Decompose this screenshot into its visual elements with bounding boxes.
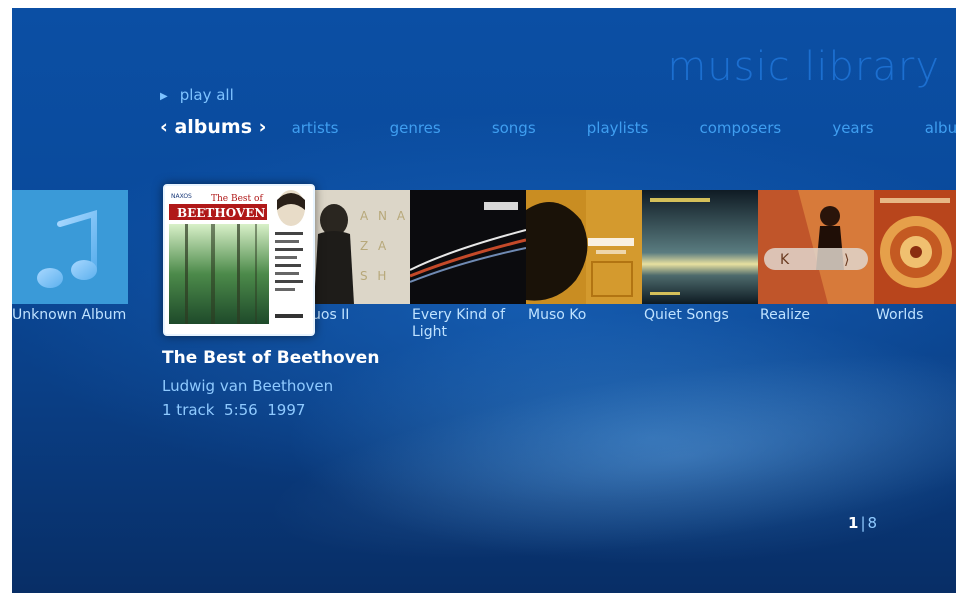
page-current: 1: [848, 514, 859, 532]
tab-album-artists[interactable]: albu: [925, 119, 956, 137]
tab-composers[interactable]: composers: [699, 119, 781, 137]
album-caption: Realize: [760, 307, 811, 323]
page-title: music library: [667, 44, 940, 90]
svg-text:⟩: ⟩: [844, 252, 849, 268]
album-details: 1 track 5:56 1997: [162, 401, 306, 419]
album-art: NAXOS The Best of BEETHOVEN: [165, 186, 313, 334]
play-all-label: play all: [179, 86, 234, 104]
album-cover: [642, 190, 758, 304]
svg-text:Z A: Z A: [360, 239, 389, 253]
music-note-icon: [37, 209, 97, 288]
tab-years[interactable]: years: [832, 119, 873, 137]
album-art: [526, 190, 642, 304]
selected-album-tile[interactable]: NAXOS The Best of BEETHOVEN: [163, 184, 315, 336]
svg-text:K: K: [780, 252, 790, 268]
album-art: [642, 190, 758, 304]
selected-album-info: The Best of Beethoven Ludwig van Beethov…: [162, 348, 379, 422]
album-art: [874, 190, 956, 304]
album-cover: [526, 190, 642, 304]
media-center-screen: music library ▶ play all ‹ albums › artis…: [12, 8, 956, 593]
svg-text:A N A: A N A: [360, 209, 408, 223]
album-title: The Best of Beethoven: [162, 348, 380, 368]
tab-playlists[interactable]: playlists: [587, 119, 649, 137]
album-cover: [874, 190, 956, 304]
page-separator: |: [860, 514, 866, 532]
page-indicator: 1 | 8: [848, 514, 877, 532]
tab-artists[interactable]: artists: [292, 119, 339, 137]
album-art: K ⟩: [758, 190, 874, 304]
album-strip: Unknown Album A N A Z A S H uos II Every…: [12, 190, 956, 350]
album-cover: [410, 190, 526, 304]
label-logo: NAXOS: [171, 193, 192, 200]
svg-text:S H: S H: [360, 269, 389, 283]
cover-title: BEETHOVEN: [177, 206, 265, 220]
album-artist: Ludwig van Beethoven: [162, 377, 334, 395]
album-art: [410, 190, 526, 304]
album-caption: Muso Ko: [528, 307, 587, 323]
view-tabs: ‹ albums › artists genres songs playlist…: [160, 116, 956, 138]
tab-songs[interactable]: songs: [492, 119, 536, 137]
album-caption: Every Kind of Light: [412, 307, 506, 340]
play-all-button[interactable]: ▶ play all: [160, 86, 234, 104]
album-caption: uos II: [312, 307, 350, 323]
album-cover: [12, 190, 128, 304]
play-icon: ▶: [160, 91, 168, 102]
cover-header: The Best of: [211, 194, 263, 204]
tab-albums[interactable]: ‹ albums ›: [160, 116, 266, 138]
album-caption: Unknown Album: [12, 307, 127, 323]
tab-genres[interactable]: genres: [390, 119, 441, 137]
page-total: 8: [867, 514, 878, 532]
album-caption: Quiet Songs: [644, 307, 729, 323]
album-caption: Worlds: [876, 307, 924, 323]
album-cover: K ⟩: [758, 190, 874, 304]
